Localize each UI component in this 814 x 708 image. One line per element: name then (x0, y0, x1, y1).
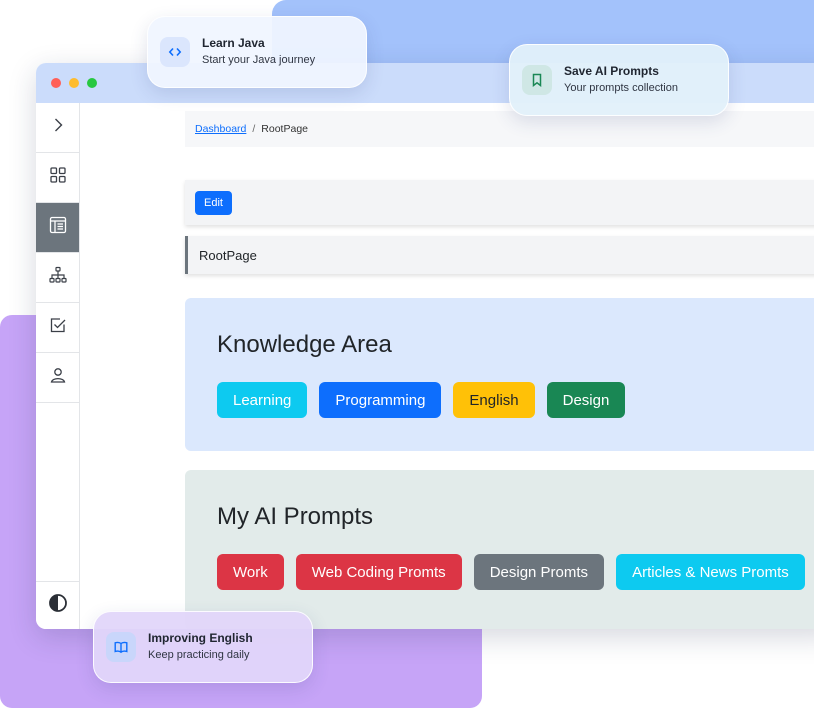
bookmark-icon (522, 65, 552, 95)
prompt-tag-button[interactable]: Design Promts (473, 554, 605, 590)
sidebar-item-dashboard[interactable] (36, 153, 79, 203)
breadcrumb-separator: / (252, 123, 256, 135)
maximize-window-button[interactable] (87, 78, 97, 88)
grid-icon (49, 166, 67, 189)
edit-button[interactable]: Edit (195, 190, 232, 215)
minimize-window-button[interactable] (69, 78, 79, 88)
close-window-button[interactable] (51, 78, 61, 88)
main-content: Dashboard / RootPage Edit RootPage Knowl… (80, 103, 814, 629)
knowledge-tag-button[interactable]: Programming (319, 382, 442, 418)
sitemap-icon (48, 266, 67, 289)
sidebar-item-sitemap[interactable] (36, 253, 79, 303)
knowledge-area-card: Knowledge Area Learning Programming Englis… (185, 298, 814, 451)
knowledge-tags: Learning Programming English Design (217, 382, 814, 418)
chevron-right-icon (49, 116, 67, 139)
sidebar-item-profile[interactable] (36, 353, 79, 403)
theme-toggle-icon (48, 593, 68, 618)
page-toolbar: Edit (185, 180, 814, 225)
ai-prompts-card: My AI Prompts Work Web Coding Promts Desig… (185, 470, 814, 629)
sidebar-item-tasks[interactable] (36, 303, 79, 353)
breadcrumb: Dashboard / RootPage (185, 111, 814, 147)
sidebar-item-expand[interactable] (36, 103, 79, 153)
checkbox-icon (49, 316, 67, 339)
knowledge-tag-button[interactable]: Learning (217, 382, 308, 418)
code-icon (160, 37, 190, 67)
breadcrumb-link-dashboard[interactable]: Dashboard (195, 123, 246, 135)
prompt-tag-button[interactable]: Web Coding Promts (295, 554, 462, 590)
floating-card-title: Learn Java (202, 36, 265, 50)
floating-card-title: Save AI Prompts (564, 64, 659, 78)
stage: Dashboard / RootPage Edit RootPage Knowl… (0, 0, 814, 708)
floating-card-title: Improving English (148, 631, 253, 645)
ai-prompts-title: My AI Prompts (217, 503, 374, 530)
floating-card-improving-english[interactable]: Improving English Keep practicing daily (93, 611, 313, 683)
layout-icon (49, 216, 67, 239)
sidebar (36, 103, 80, 629)
floating-card-learn-java[interactable]: Learn Java Start your Java journey (147, 16, 367, 88)
prompt-tags: Work Web Coding Promts Design Promts Articl… (217, 554, 814, 590)
sidebar-item-pages[interactable] (36, 203, 79, 253)
breadcrumb-current: RootPage (261, 123, 308, 135)
floating-card-subtitle: Keep practicing daily (148, 649, 250, 661)
floating-card-save-ai-prompts[interactable]: Save AI Prompts Your prompts collection (509, 44, 729, 116)
knowledge-tag-button[interactable]: Design (546, 382, 626, 418)
knowledge-tag-button[interactable]: English (453, 382, 535, 418)
prompt-tag-button[interactable]: Work (217, 554, 284, 590)
floating-card-subtitle: Your prompts collection (564, 82, 678, 94)
book-open-icon (106, 632, 136, 662)
page-title: RootPage (185, 236, 814, 274)
theme-toggle-button[interactable] (36, 581, 79, 629)
prompt-tag-button[interactable]: Articles & News Promts (616, 554, 805, 590)
floating-card-subtitle: Start your Java journey (202, 54, 316, 66)
user-icon (49, 366, 67, 389)
knowledge-area-title: Knowledge Area (217, 331, 392, 358)
app-window: Dashboard / RootPage Edit RootPage Knowl… (36, 63, 814, 629)
